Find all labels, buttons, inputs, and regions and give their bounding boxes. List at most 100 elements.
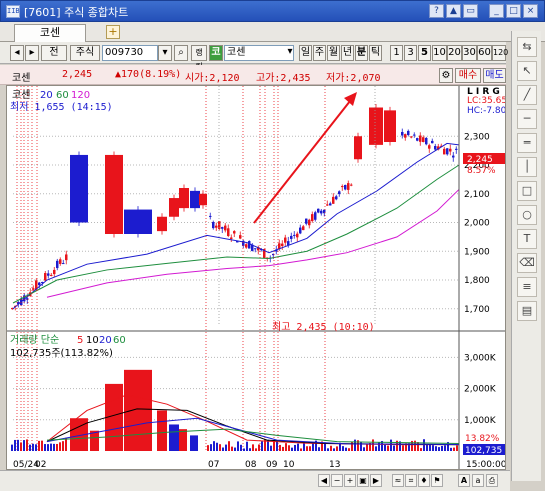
chart-area[interactable]: 1,700 1,800 1,900 2,000 2,100 2,200 2,300 1,000…: [6, 85, 506, 470]
circle-icon[interactable]: ○: [517, 205, 537, 225]
minimize-button[interactable]: _: [489, 4, 504, 18]
candle-body: [425, 137, 428, 145]
max-price-note: 최고 2,435 (10:10): [272, 321, 375, 333]
candle-body: [290, 235, 293, 239]
bottom-tool-4-icon[interactable]: ⚑: [431, 474, 443, 487]
lc-label: LC:35.65: [467, 96, 506, 106]
horizontal-line-icon[interactable]: ─: [517, 109, 537, 129]
time-tick-label: 07: [208, 460, 219, 470]
candle-body: [70, 154, 88, 223]
close-button[interactable]: ×: [523, 4, 538, 18]
bottom-tool-3-icon[interactable]: ♦: [418, 474, 430, 487]
period-day[interactable]: 일: [299, 45, 312, 61]
volume-bar: [14, 439, 16, 451]
price-info-bar: 코센 2,245 ▲170(8.19%) 시가:2,120 고가:2,435 저…: [0, 65, 506, 85]
volume-bar: [246, 441, 248, 451]
stock-code-input[interactable]: 009730: [102, 45, 158, 61]
interval-120[interactable]: 120: [492, 45, 508, 61]
volume-bar: [252, 444, 254, 451]
pin-button[interactable]: ▲: [446, 4, 461, 18]
volume-bar: [65, 437, 67, 451]
text-icon[interactable]: T: [517, 229, 537, 249]
layers-icon[interactable]: ▤: [517, 301, 537, 321]
bottom-tool-2-icon[interactable]: ⌗: [405, 474, 417, 487]
period-minute[interactable]: 분: [355, 45, 368, 61]
market-select[interactable]: 전: [41, 45, 67, 61]
add-tab-button[interactable]: +: [106, 25, 120, 39]
sell-button[interactable]: 매도: [483, 68, 506, 83]
mode-button[interactable]: 랭킹: [191, 45, 207, 71]
volume-bar: [414, 440, 416, 451]
prev-arrow-icon[interactable]: ◂: [10, 45, 24, 61]
period-month[interactable]: 월: [327, 45, 340, 61]
toggle-tools-icon[interactable]: ⇆: [517, 37, 537, 57]
zoom-out-icon[interactable]: −: [331, 474, 343, 487]
volume-bar: [291, 447, 293, 451]
rectangle-icon[interactable]: □: [517, 181, 537, 201]
dropdown-icon[interactable]: ▾: [158, 45, 172, 61]
volume-bar: [333, 448, 335, 451]
interval-5[interactable]: 5: [418, 45, 431, 61]
interval-10[interactable]: 10: [432, 45, 447, 61]
volume-bar: [231, 446, 233, 451]
period-year[interactable]: 년: [341, 45, 354, 61]
interval-1[interactable]: 1: [390, 45, 403, 61]
candle-body: [284, 237, 287, 243]
scroll-left-icon[interactable]: ◀: [318, 474, 330, 487]
candle-body: [326, 204, 329, 206]
vertical-line-icon[interactable]: │: [517, 157, 537, 177]
help-button[interactable]: ?: [429, 4, 444, 18]
name-dropdown-icon[interactable]: ▾: [284, 45, 296, 61]
zoom-in-icon[interactable]: +: [344, 474, 356, 487]
search-icon[interactable]: ⌕: [174, 45, 188, 61]
interval-3[interactable]: 3: [404, 45, 417, 61]
tab-stock[interactable]: 코센: [14, 24, 86, 42]
candle-body: [302, 226, 305, 231]
print-icon[interactable]: ⎙: [486, 474, 498, 487]
scroll-right-icon[interactable]: ▶: [370, 474, 382, 487]
candle-body: [56, 260, 59, 269]
channel-icon[interactable]: ═: [517, 133, 537, 153]
chart-background: [7, 86, 505, 469]
volume-tick-label: 3,000K: [464, 353, 497, 363]
chart-svg[interactable]: 1,7001,8001,9002,0002,1002,2002,3001,000…: [7, 86, 506, 470]
candle-body: [227, 228, 230, 237]
volume-bar: [222, 447, 224, 451]
next-arrow-icon[interactable]: ▸: [25, 45, 39, 61]
price-tick-label: 1,800: [464, 276, 490, 286]
volume-bar: [318, 447, 320, 451]
interval-60[interactable]: 60: [477, 45, 492, 61]
fibonacci-icon[interactable]: ≡: [517, 277, 537, 297]
buy-button[interactable]: 매수: [455, 68, 481, 83]
eraser-icon[interactable]: ⌫: [517, 253, 537, 273]
candle-body: [245, 244, 248, 248]
candle-body: [47, 273, 50, 276]
volume-bar: [210, 444, 212, 451]
volume-bar: [243, 448, 245, 451]
trendline-icon[interactable]: ╱: [517, 85, 537, 105]
period-tick[interactable]: 틱: [369, 45, 382, 61]
bottom-tool-1-icon[interactable]: ≈: [392, 474, 404, 487]
volume-bar: [375, 446, 377, 451]
interval-20[interactable]: 20: [447, 45, 462, 61]
current-price-tag: 2,245: [467, 155, 493, 165]
candle-body: [401, 131, 404, 136]
interval-30[interactable]: 30: [462, 45, 477, 61]
settings-gear-icon[interactable]: ⚙: [439, 68, 453, 83]
window-title: [7601] 주식 종합차트: [24, 6, 129, 19]
time-tick-label: 08: [245, 460, 257, 470]
cursor-icon[interactable]: ↖: [517, 61, 537, 81]
candle-body: [254, 248, 257, 250]
font-small-icon[interactable]: a: [472, 474, 484, 487]
restore-button[interactable]: ▭: [463, 4, 478, 18]
font-large-icon[interactable]: A: [458, 474, 470, 487]
volume-bar: [216, 442, 218, 451]
volume-value: 102,735주(113.82%): [10, 348, 113, 359]
fit-icon[interactable]: ▣: [357, 474, 369, 487]
category-select[interactable]: 주식: [70, 45, 100, 61]
info-low: 저가:2,070: [326, 73, 381, 84]
drawing-toolbar: ⇆ ↖ ╱ ─ ═ │ □ ○ T ⌫ ≡ ▤: [511, 31, 541, 481]
maximize-button[interactable]: □: [506, 4, 521, 18]
period-week[interactable]: 주: [313, 45, 326, 61]
candle-body: [311, 214, 314, 222]
